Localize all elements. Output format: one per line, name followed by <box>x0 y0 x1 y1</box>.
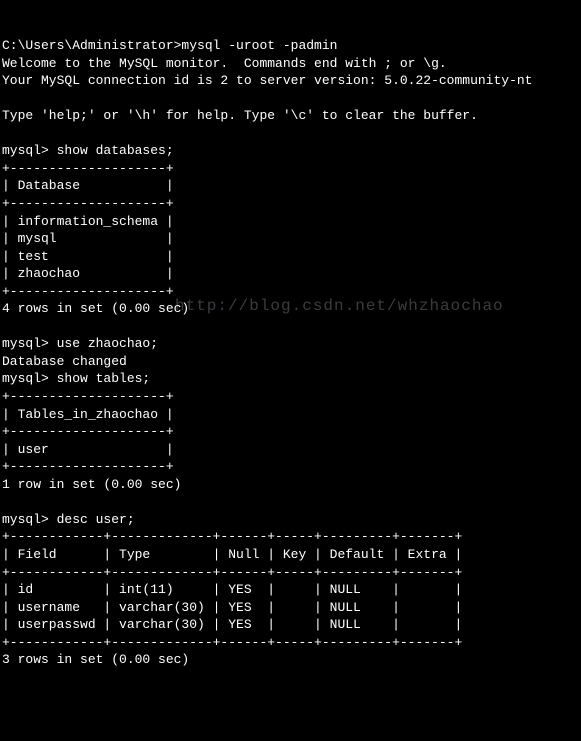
result-summary: 1 row in set (0.00 sec) <box>2 477 181 492</box>
table-row: | information_schema | <box>2 214 174 229</box>
table-header: | Database | <box>2 178 174 193</box>
table-header: | Tables_in_zhaochao | <box>2 407 174 422</box>
table-row: | mysql | <box>2 231 174 246</box>
table-border: +------------+-------------+------+-----… <box>2 529 462 544</box>
table-border: +------------+-------------+------+-----… <box>2 565 462 580</box>
table-border: +--------------------+ <box>2 161 174 176</box>
terminal: C:\Users\Administrator>mysql -uroot -pad… <box>2 37 581 669</box>
table-row: | id | int(11) | YES | | NULL | | <box>2 582 462 597</box>
table-border: +------------+-------------+------+-----… <box>2 635 462 650</box>
table-border: +--------------------+ <box>2 424 174 439</box>
show-tables-cmd: mysql> show tables; <box>2 371 150 386</box>
table-border: +--------------------+ <box>2 196 174 211</box>
help-line: Type 'help;' or '\h' for help. Type '\c'… <box>2 108 478 123</box>
use-database-cmd: mysql> use zhaochao; <box>2 336 158 351</box>
desc-user-cmd: mysql> desc user; <box>2 512 135 527</box>
connection-line: Your MySQL connection id is 2 to server … <box>2 73 533 88</box>
table-border: +--------------------+ <box>2 459 174 474</box>
table-row: | zhaochao | <box>2 266 174 281</box>
result-summary: 4 rows in set (0.00 sec) <box>2 301 189 316</box>
table-row: | user | <box>2 442 174 457</box>
table-row: | userpasswd | varchar(30) | YES | | NUL… <box>2 617 462 632</box>
table-header: | Field | Type | Null | Key | Default | … <box>2 547 462 562</box>
table-border: +--------------------+ <box>2 284 174 299</box>
result-summary: 3 rows in set (0.00 sec) <box>2 652 189 667</box>
database-changed: Database changed <box>2 354 127 369</box>
show-databases-cmd: mysql> show databases; <box>2 143 174 158</box>
table-row: | username | varchar(30) | YES | | NULL … <box>2 600 462 615</box>
welcome-line: Welcome to the MySQL monitor. Commands e… <box>2 56 447 71</box>
table-row: | test | <box>2 249 174 264</box>
cmd-prompt-line: C:\Users\Administrator>mysql -uroot -pad… <box>2 38 337 53</box>
table-border: +--------------------+ <box>2 389 174 404</box>
